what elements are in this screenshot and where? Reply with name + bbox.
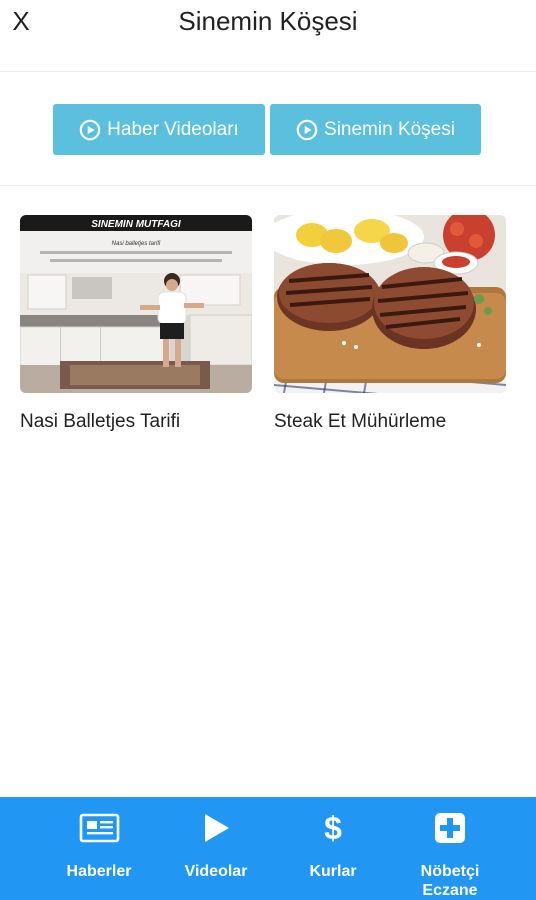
video-title[interactable]: Nasi Balletjes Tarifi	[20, 411, 252, 433]
video-thumbnail[interactable]: SINEMIN MUTFAGI Nasi balletjes tarifi	[20, 215, 252, 393]
play-circle-icon	[79, 119, 101, 140]
plus-square-icon	[435, 813, 465, 843]
tab-label: Haber Videoları	[107, 118, 239, 140]
tab-haber-videolari[interactable]: Haber Videoları	[53, 104, 265, 155]
kitchen-thumbnail-image: SINEMIN MUTFAGI Nasi balletjes tarifi	[20, 215, 252, 393]
video-thumbnail[interactable]	[274, 215, 506, 393]
thumbnail-banner: SINEMIN MUTFAGI	[91, 219, 181, 230]
video-title[interactable]: Steak Et Mühürleme	[274, 411, 506, 433]
tab-label: Sinemin Köşesi	[324, 118, 455, 140]
steak-thumbnail-image	[274, 215, 506, 393]
nav-label: Haberler	[66, 863, 132, 880]
play-circle-icon	[296, 119, 318, 140]
page-title: Sinemin Köşesi	[178, 6, 358, 36]
nav-item-kurlar[interactable]: $ Kurlar	[278, 797, 388, 900]
tab-sinemin-kosesi[interactable]: Sinemin Köşesi	[270, 104, 481, 155]
newspaper-icon	[79, 813, 120, 843]
nav-item-haberler[interactable]: Haberler	[44, 797, 154, 900]
bottom-navigation: Haberler Videolar $ Kurlar Nöbetçi Eczan…	[0, 797, 536, 900]
video-card[interactable]: Steak Et Mühürleme	[274, 215, 506, 433]
nav-item-nobetci-eczane[interactable]: Nöbetçi Eczane	[395, 797, 505, 900]
top-bar: X Sinemin Köşesi	[0, 0, 536, 72]
play-icon	[205, 814, 229, 842]
nav-label: Videolar	[184, 863, 248, 880]
nav-label: Kurlar	[309, 863, 357, 880]
video-card[interactable]: SINEMIN MUTFAGI Nasi balletjes tarifi Na…	[20, 215, 252, 433]
nav-label: Nöbetçi Eczane	[420, 863, 480, 899]
dollar-icon: $	[324, 810, 342, 846]
thumbnail-caption: Nasi balletjes tarifi	[112, 241, 161, 247]
category-tabs: Haber Videoları Sinemin Köşesi	[0, 73, 536, 186]
nav-item-videolar[interactable]: Videolar	[161, 797, 271, 900]
